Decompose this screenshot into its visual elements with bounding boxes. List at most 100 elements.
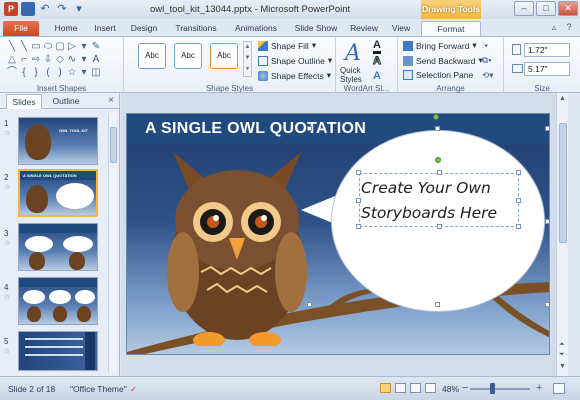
panel-scroll-thumb[interactable]	[110, 127, 117, 163]
slide-thumbnail-2[interactable]: A SINGLE OWL QUOTATION	[18, 169, 98, 217]
shape-brace-icon[interactable]: }	[30, 66, 42, 79]
shape-outline-button[interactable]: Shape Outline ▾	[258, 55, 332, 66]
send-backward-button[interactable]: Send Backward ▾	[403, 55, 483, 66]
tab-animations[interactable]: Animations	[228, 21, 284, 36]
shape-corner-icon[interactable]: ⌐	[18, 53, 30, 66]
shape-style-preset-2[interactable]: Abc	[174, 43, 202, 69]
help-icon[interactable]: ?	[564, 22, 574, 32]
canvas-scroll-thumb[interactable]	[559, 123, 567, 243]
shape-right-arrow-icon[interactable]: ⇨	[30, 53, 42, 66]
shape-rect-icon[interactable]: ▭	[30, 40, 42, 53]
resize-handle[interactable]	[545, 126, 549, 131]
slide-thumbnail-3[interactable]	[18, 223, 98, 271]
tab-insert[interactable]: Insert	[88, 21, 122, 36]
scroll-down-icon[interactable]: ▼	[559, 363, 566, 370]
quick-styles-button[interactable]: Quick Styles	[340, 66, 374, 84]
next-slide-icon[interactable]: ⏷	[559, 351, 565, 359]
shape-expand-icon[interactable]: ▾	[78, 66, 90, 79]
resize-handle[interactable]	[545, 219, 549, 224]
customize-toolbar-icon[interactable]: ▾	[72, 2, 86, 16]
shape-effects-button[interactable]: Shape Effects ▾	[258, 70, 331, 81]
resize-handle[interactable]	[545, 302, 549, 307]
canvas-scrollbar[interactable]: ▲ ⏶ ⏷ ▼	[556, 93, 568, 376]
owl-illustration[interactable]	[161, 142, 313, 346]
minimize-button[interactable]: –	[514, 1, 534, 16]
shape-line-icon[interactable]: ╲	[6, 40, 18, 53]
text-fill-icon[interactable]: A	[373, 39, 381, 54]
powerpoint-app-icon[interactable]: P	[4, 2, 18, 16]
quick-styles-icon[interactable]: A	[345, 41, 361, 66]
scroll-up-icon[interactable]: ▲	[559, 95, 566, 102]
text-box-icon[interactable]: A	[90, 53, 102, 66]
style-gallery-scroll[interactable]: ▲ ▼ ▾	[243, 41, 252, 77]
resize-handle[interactable]	[307, 126, 312, 131]
shape-diamond-icon[interactable]: ◇	[54, 53, 66, 66]
slide-canvas[interactable]: A SINGLE OWL QUOTATION Create Your Own S…	[126, 113, 550, 355]
textbox-handle[interactable]	[356, 198, 361, 203]
shape-star-icon[interactable]: ☆	[66, 66, 78, 79]
textbox-handle[interactable]	[356, 170, 361, 175]
resize-handle[interactable]	[307, 302, 312, 307]
maximize-button[interactable]: □	[536, 1, 556, 16]
redo-icon[interactable]: ↷	[55, 2, 69, 16]
selection-pane-button[interactable]: Selection Pane	[403, 70, 473, 80]
tab-review[interactable]: Review	[346, 21, 382, 36]
shape-triangle-icon[interactable]: △	[6, 53, 18, 66]
merge-shapes-icon[interactable]: ◫	[90, 66, 102, 79]
minimize-ribbon-icon[interactable]: ▵	[549, 22, 559, 32]
shape-arc-icon[interactable]: ⌒	[6, 66, 18, 79]
panel-scrollbar[interactable]	[108, 113, 117, 373]
textbox-handle[interactable]	[437, 224, 442, 229]
shape-oval-icon[interactable]: ⬭	[42, 40, 54, 53]
reading-view-button[interactable]	[410, 383, 421, 393]
tab-home[interactable]: Home	[48, 21, 84, 36]
shape-fill-button[interactable]: Shape Fill ▾	[258, 40, 316, 51]
quote-textbox[interactable]: Create Your Own Storyboards Here	[361, 176, 521, 226]
rotation-handle[interactable]	[433, 114, 439, 120]
resize-handle[interactable]	[435, 126, 440, 131]
text-outline-icon[interactable]: A	[373, 55, 382, 68]
textbox-handle[interactable]	[516, 170, 521, 175]
shape-bracket-icon[interactable]: {	[18, 66, 30, 79]
tab-design[interactable]: Design	[126, 21, 162, 36]
zoom-in-button[interactable]: +	[536, 382, 542, 394]
tab-file[interactable]: File	[3, 21, 39, 36]
shape-paren-icon[interactable]: (	[42, 66, 54, 79]
shape-paren2-icon[interactable]: )	[54, 66, 66, 79]
tab-slide-show[interactable]: Slide Show	[288, 21, 344, 36]
zoom-level[interactable]: 48%	[442, 384, 459, 394]
align-button[interactable]: ⫶▾	[482, 40, 488, 51]
zoom-slider[interactable]	[470, 388, 530, 390]
shape-style-preset-3[interactable]: Abc	[210, 43, 238, 69]
tab-format[interactable]: Format	[421, 21, 481, 36]
shape-curve-icon[interactable]: ∿	[66, 53, 78, 66]
bring-forward-button[interactable]: Bring Forward ▾	[403, 40, 477, 51]
tab-outline[interactable]: Outline	[46, 94, 86, 109]
shape-roundrect-icon[interactable]: ▢	[54, 40, 66, 53]
shape-width-input[interactable]: 5.17"	[524, 62, 570, 76]
close-panel-icon[interactable]: ×	[108, 95, 114, 106]
slide-thumbnail-1[interactable]: OWL TOOL KIT	[18, 117, 98, 165]
textbox-handle[interactable]	[437, 170, 442, 175]
tab-view[interactable]: View	[386, 21, 416, 36]
tab-transitions[interactable]: Transitions	[168, 21, 224, 36]
rotate-button[interactable]: ⟲▾	[482, 70, 493, 81]
prev-slide-icon[interactable]: ⏶	[559, 341, 565, 349]
textbox-handle[interactable]	[516, 198, 521, 203]
tab-slides[interactable]: Slides	[6, 94, 42, 109]
save-icon[interactable]	[21, 2, 35, 16]
shape-more-icon[interactable]: ▾	[78, 40, 90, 53]
shape-height-input[interactable]: 1.72"	[524, 43, 570, 57]
close-button[interactable]: ✕	[558, 1, 578, 16]
spelling-icon[interactable]: ✓	[130, 384, 137, 395]
group-button[interactable]: ⧉▾	[482, 55, 492, 66]
text-effects-icon[interactable]: A	[373, 70, 381, 82]
shape-arrow-icon[interactable]: ▷	[66, 40, 78, 53]
edit-shape-icon[interactable]: ✎	[90, 40, 102, 53]
zoom-slider-knob[interactable]	[490, 383, 495, 394]
zoom-out-button[interactable]: −	[462, 382, 468, 394]
shape-scroll-icon[interactable]: ▾	[78, 53, 90, 66]
shape-down-arrow-icon[interactable]: ⇩	[42, 53, 54, 66]
textbox-handle[interactable]	[516, 224, 521, 229]
textbox-handle[interactable]	[356, 224, 361, 229]
